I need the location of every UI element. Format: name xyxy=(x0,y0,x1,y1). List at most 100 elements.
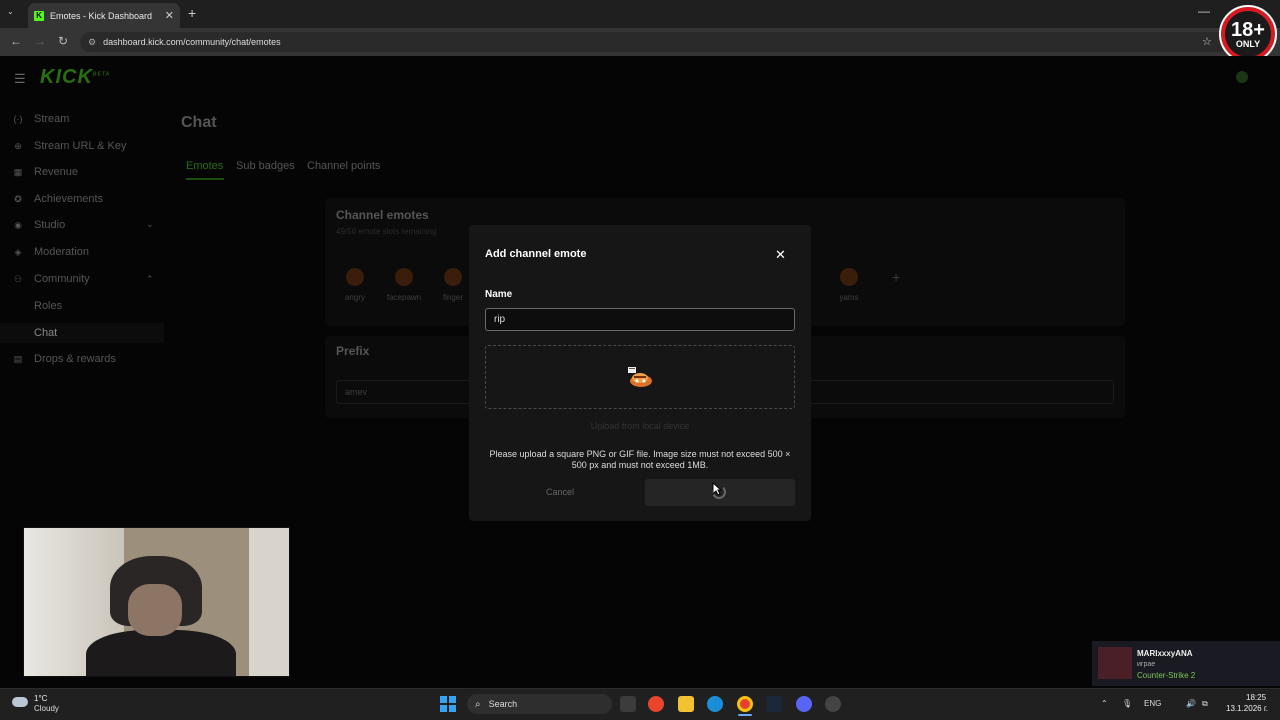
tab-channel-points[interactable]: Channel points xyxy=(307,160,380,172)
sidebar-item-community[interactable]: ⚇ Community xyxy=(12,270,90,288)
key-icon: ⊕ xyxy=(14,140,22,151)
emote-image xyxy=(444,268,462,286)
reload-button[interactable]: ↻ xyxy=(58,34,68,48)
tab-close-icon[interactable]: ✕ xyxy=(165,9,174,22)
broadcast-icon: (·) xyxy=(13,114,23,124)
emote-item[interactable]: facepawn xyxy=(384,268,424,302)
sidebar-item-stream-url-key[interactable]: ⊕ Stream URL & Key xyxy=(12,137,127,155)
active-app-indicator xyxy=(738,714,752,716)
sidebar-item-stream[interactable]: (·) Stream xyxy=(12,110,70,128)
chevron-down-icon[interactable]: ⌄ xyxy=(146,219,154,230)
discord-icon[interactable] xyxy=(796,696,812,712)
cancel-button[interactable]: Cancel xyxy=(525,483,595,501)
weather-description[interactable]: Cloudy xyxy=(34,704,59,713)
mouse-cursor-icon xyxy=(712,482,722,496)
windows-start-icon[interactable] xyxy=(440,696,456,712)
edge-icon[interactable] xyxy=(707,696,723,712)
sidebar-item-label: Revenue xyxy=(34,166,79,178)
task-view-icon[interactable] xyxy=(620,696,636,712)
upload-help-text: Please upload a square PNG or GIF file. … xyxy=(489,449,791,470)
sidebar-item-roles[interactable]: Roles xyxy=(34,297,62,315)
channel-emotes-title: Channel emotes xyxy=(336,208,429,222)
clock-date[interactable]: 13.1.2026 г. xyxy=(1226,704,1268,713)
url-text: dashboard.kick.com/community/chat/emotes xyxy=(103,37,281,47)
age-rating-number: 18+ xyxy=(1231,18,1265,41)
kick-logo[interactable]: KICKBETA xyxy=(40,66,110,89)
sidebar-item-moderation[interactable]: ◈ Moderation xyxy=(12,243,90,261)
sidebar-item-label: Community xyxy=(34,273,90,285)
gift-icon: ▤ xyxy=(13,353,23,364)
sidebar-item-label: Drops & rewards xyxy=(34,353,116,365)
age-rating-label: ONLY xyxy=(1235,38,1261,49)
steam-icon[interactable] xyxy=(766,696,782,712)
sidebar-item-label: Stream xyxy=(34,113,70,125)
clock-time[interactable]: 18:25 xyxy=(1246,693,1266,702)
emote-name: facepawn xyxy=(386,293,422,302)
microphone-icon[interactable]: 🎙 xyxy=(1122,699,1132,708)
close-icon[interactable]: ✕ xyxy=(775,247,786,263)
upload-from-device-button[interactable]: Upload from local device xyxy=(485,421,795,431)
sidebar-item-label: Chat xyxy=(34,327,58,339)
sidebar-active-highlight xyxy=(0,323,164,343)
webcam-overlay xyxy=(23,527,290,677)
active-tab-indicator xyxy=(186,178,224,180)
emote-item[interactable]: yams xyxy=(829,268,869,302)
forward-button[interactable]: → xyxy=(34,34,46,48)
window-minimize-button[interactable]: — xyxy=(1198,4,1210,18)
shield-icon: ◈ xyxy=(14,246,22,257)
emote-image xyxy=(840,268,858,286)
people-icon: ⚇ xyxy=(13,273,23,284)
notification-game: Counter-Strike 2 xyxy=(1137,671,1196,680)
new-tab-button[interactable]: + xyxy=(188,5,196,21)
chrome-icon[interactable] xyxy=(737,696,753,712)
emote-image xyxy=(395,268,413,286)
volume-icon[interactable]: 🔊 xyxy=(1186,699,1196,708)
sidebar-item-studio[interactable]: ◉ Studio xyxy=(12,216,65,234)
emote-name: yams xyxy=(839,293,859,302)
logo-text: KICK xyxy=(40,66,93,88)
back-button[interactable]: ← xyxy=(10,34,22,48)
cloud-icon[interactable] xyxy=(12,697,28,707)
kick-favicon-icon: K xyxy=(34,10,44,21)
address-bar[interactable]: ⚙ dashboard.kick.com/community/chat/emot… xyxy=(80,32,1230,52)
search-icon: ⌕ xyxy=(475,698,481,710)
menu-icon[interactable]: ☰ xyxy=(14,71,26,87)
language-indicator[interactable]: ENG xyxy=(1144,699,1161,708)
tab-search-menu[interactable]: ⌄ xyxy=(7,7,14,16)
emote-name: angry xyxy=(344,293,365,302)
settings-gear-icon[interactable] xyxy=(825,696,841,712)
tab-sub-badges[interactable]: Sub badges xyxy=(236,160,295,172)
sidebar-item-label: Achievements xyxy=(34,193,104,205)
sidebar-item-drops-rewards[interactable]: ▤ Drops & rewards xyxy=(12,350,116,368)
bookmark-star-icon[interactable]: ☆ xyxy=(1202,35,1212,48)
emote-item[interactable]: finger xyxy=(433,268,473,302)
emote-name-field[interactable] xyxy=(485,308,795,331)
add-emote-button[interactable]: + xyxy=(892,269,900,285)
network-icon[interactable]: ⧉ xyxy=(1202,699,1208,709)
notification-icon[interactable] xyxy=(1236,71,1248,83)
age-rating-badge: 18+ ONLY xyxy=(1219,5,1277,63)
sidebar-item-label: Stream URL & Key xyxy=(34,140,127,152)
app-icon[interactable] xyxy=(648,696,664,712)
site-info-icon[interactable]: ⚙ xyxy=(88,37,96,48)
taskbar-search[interactable]: ⌕ Search xyxy=(467,694,612,714)
emote-preview-image xyxy=(628,367,652,387)
chevron-up-icon[interactable]: ⌃ xyxy=(146,274,154,285)
notification-username: MARIxxxyANA xyxy=(1137,649,1193,658)
sidebar-item-achievements[interactable]: ✪ Achievements xyxy=(12,190,103,208)
sidebar-item-label: Moderation xyxy=(34,246,90,258)
logo-beta: BETA xyxy=(92,71,111,78)
weather-temperature[interactable]: 1°C xyxy=(34,694,47,703)
tab-emotes[interactable]: Emotes xyxy=(186,160,223,172)
browser-tab[interactable]: K Emotes - Kick Dashboard ✕ xyxy=(28,3,180,28)
tray-overflow-icon[interactable]: ⌃ xyxy=(1101,699,1108,708)
avatar xyxy=(1098,647,1132,679)
revenue-icon: ▦ xyxy=(13,166,23,177)
tab-title: Emotes - Kick Dashboard xyxy=(50,10,153,21)
sidebar-item-chat[interactable]: Chat xyxy=(34,324,57,342)
sidebar-item-revenue[interactable]: ▦ Revenue xyxy=(12,163,78,181)
file-explorer-icon[interactable] xyxy=(678,696,694,712)
page-title: Chat xyxy=(181,114,217,131)
emote-item[interactable]: angry xyxy=(335,268,375,302)
studio-icon: ◉ xyxy=(14,219,22,230)
